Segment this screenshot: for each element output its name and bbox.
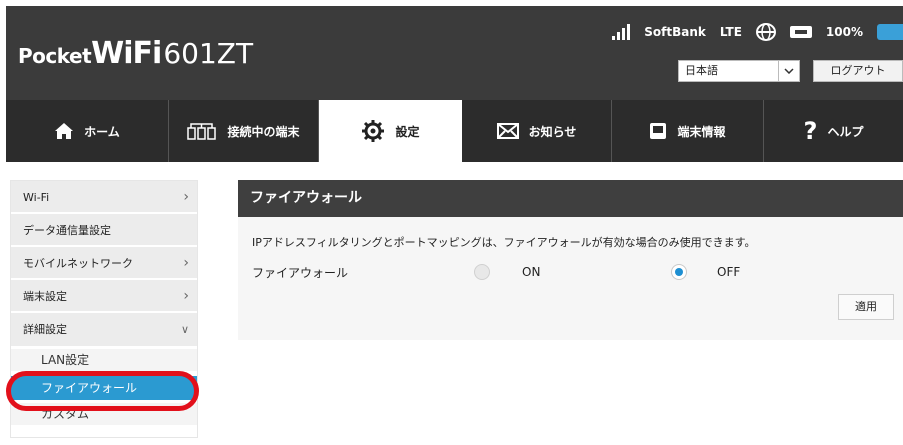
firewall-on-label[interactable]: ON xyxy=(522,265,540,279)
logo-wifi: WiFi xyxy=(91,36,162,71)
home-icon xyxy=(55,123,74,139)
signal-icon xyxy=(612,24,631,40)
nav-label: 設定 xyxy=(395,124,420,139)
chevron-right-icon: › xyxy=(183,189,189,205)
sidebar-item-advanced-settings[interactable]: 詳細設定 ∨ xyxy=(11,313,197,346)
sidebar: Wi-Fi › データ通信量設定 モバイルネットワーク › 端末設定 › 詳細設… xyxy=(10,180,198,438)
page-title: ファイアウォール xyxy=(238,180,903,217)
nav-label: 接続中の端末 xyxy=(227,124,300,139)
network-label: LTE xyxy=(719,25,742,39)
chevron-right-icon: › xyxy=(183,288,189,304)
sidebar-item-device-settings[interactable]: 端末設定 › xyxy=(11,280,197,313)
header-bar: PocketWiFi601ZT SoftBank LTE 100% 日本語 ログ… xyxy=(6,6,903,100)
firewall-off-radio[interactable] xyxy=(671,264,687,280)
nav-label: ヘルプ xyxy=(827,124,864,139)
nav-label: ホーム xyxy=(84,124,120,139)
logo-model: 601ZT xyxy=(163,37,254,70)
language-value: 日本語 xyxy=(685,64,718,77)
sidebar-subitem-lan-settings[interactable]: LAN設定 xyxy=(11,349,197,371)
sidebar-item-data-usage[interactable]: データ通信量設定 xyxy=(11,214,197,247)
battery-icon xyxy=(789,26,812,38)
logout-button[interactable]: ログアウト xyxy=(813,60,903,82)
sidebar-item-mobile-network[interactable]: モバイルネットワーク › xyxy=(11,247,197,280)
sidebar-item-label: データ通信量設定 xyxy=(23,224,111,237)
question-icon: ? xyxy=(803,117,818,145)
device-info-icon xyxy=(650,123,667,139)
sidebar-item-label: モバイルネットワーク xyxy=(23,257,133,270)
main-nav: ホーム 接続中の端末 設定 お知らせ 端末情報 ? ヘルプ xyxy=(6,100,903,162)
chevron-down-icon: ∨ xyxy=(180,323,189,336)
sidebar-subitem-custom[interactable]: カスタム xyxy=(11,403,197,425)
logo: PocketWiFi601ZT xyxy=(18,36,253,71)
carrier-label: SoftBank xyxy=(644,25,706,39)
sidebar-subitem-firewall[interactable]: ファイアウォール xyxy=(11,376,197,400)
gear-icon xyxy=(362,120,385,142)
devices-icon xyxy=(187,123,217,140)
mail-icon xyxy=(496,123,519,139)
firewall-off-label[interactable]: OFF xyxy=(717,265,740,279)
firewall-description: IPアドレスフィルタリングとポートマッピングは、ファイアウォールが有効な場合のみ… xyxy=(252,236,756,249)
globe-icon xyxy=(755,23,776,41)
logo-pocket: Pocket xyxy=(18,44,92,68)
nav-label: 端末情報 xyxy=(677,124,726,139)
nav-item-home[interactable]: ホーム xyxy=(6,100,169,162)
sidebar-item-wifi[interactable]: Wi-Fi › xyxy=(11,181,197,214)
status-row: SoftBank LTE 100% xyxy=(612,22,903,42)
battery-label: 100% xyxy=(825,25,863,39)
firewall-panel: ファイアウォール IPアドレスフィルタリングとポートマッピングは、ファイアウォー… xyxy=(238,180,903,340)
firewall-setting-label: ファイアウォール xyxy=(252,266,349,280)
language-select[interactable]: 日本語 xyxy=(678,60,800,82)
battery-level-bar xyxy=(877,24,903,40)
chevron-down-icon xyxy=(778,61,799,81)
nav-item-help[interactable]: ? ヘルプ xyxy=(764,100,903,162)
firewall-on-radio[interactable] xyxy=(474,264,490,280)
sidebar-item-label: 詳細設定 xyxy=(23,323,67,336)
chevron-right-icon: › xyxy=(183,255,189,271)
nav-item-notices[interactable]: お知らせ xyxy=(462,100,612,162)
apply-button[interactable]: 適用 xyxy=(838,294,894,320)
sidebar-item-label: Wi-Fi xyxy=(23,191,50,204)
nav-item-connected-devices[interactable]: 接続中の端末 xyxy=(169,100,319,162)
nav-item-device-info[interactable]: 端末情報 xyxy=(612,100,764,162)
nav-item-settings[interactable]: 設定 xyxy=(319,100,462,162)
nav-label: お知らせ xyxy=(528,124,577,139)
sidebar-item-label: 端末設定 xyxy=(23,290,67,303)
